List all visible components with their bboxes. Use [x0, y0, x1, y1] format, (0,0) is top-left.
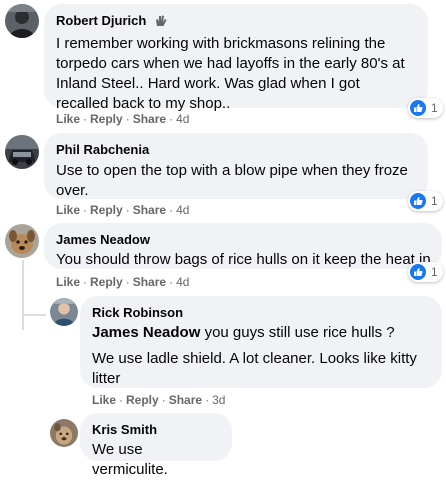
reaction-count: 1: [431, 194, 438, 208]
comment-actions: Like · Reply · Share · 4d: [56, 203, 190, 217]
reply-thread-line: [22, 314, 46, 316]
comment-bubble: James Neadow You should throw bags of ri…: [44, 223, 442, 269]
reply-link[interactable]: Reply: [90, 203, 123, 217]
pet-avatar-icon: [50, 419, 78, 447]
thumbs-up-icon: [410, 264, 426, 280]
comment-text: I remember working with brickmasons reli…: [56, 35, 405, 112]
reply-bubble: Rick Robinson James Neadow you guys stil…: [80, 296, 442, 388]
avatar[interactable]: [50, 298, 78, 326]
mention-link[interactable]: James Neadow: [92, 324, 200, 341]
person-avatar-icon: [5, 4, 39, 38]
reply-bubble: Kris Smith We use vermiculite.: [80, 413, 232, 478]
reply-text: James Neadow you guys still use rice hul…: [92, 323, 430, 343]
waving-hand-icon: [154, 14, 167, 32]
reaction-badge[interactable]: 1: [408, 98, 443, 118]
reply-link[interactable]: Reply: [90, 275, 123, 289]
reply-link[interactable]: Reply: [126, 393, 159, 407]
comment-actions: Like · Reply · Share · 4d: [56, 275, 190, 289]
like-link[interactable]: Like: [56, 275, 80, 289]
avatar[interactable]: [5, 4, 39, 38]
thumbs-up-icon: [410, 193, 426, 209]
reaction-count: 1: [431, 265, 438, 279]
thumbs-up-icon: [410, 100, 426, 116]
reply-author[interactable]: Rick Robinson: [92, 305, 183, 321]
reply-link[interactable]: Reply: [90, 112, 123, 126]
reaction-badge[interactable]: 1: [408, 191, 443, 211]
reply-actions: Like · Reply · Share · 3d: [92, 393, 226, 407]
reaction-count: 1: [431, 101, 438, 115]
comment-text: You should throw bags of rice hulls on i…: [56, 251, 431, 268]
reply-text-line: you guys still use rice hulls ?: [204, 324, 395, 341]
reply-author[interactable]: Kris Smith: [92, 422, 157, 438]
avatar[interactable]: [5, 135, 39, 169]
reply-text: We use ladle shield. A lot cleaner. Look…: [92, 350, 417, 387]
person-avatar-icon: [50, 298, 78, 326]
share-link[interactable]: Share: [133, 203, 166, 217]
share-link[interactable]: Share: [169, 393, 202, 407]
reaction-badge[interactable]: 1: [408, 262, 443, 282]
timestamp[interactable]: 3d: [212, 393, 225, 407]
like-link[interactable]: Like: [56, 112, 80, 126]
comment-author[interactable]: Robert Djurich: [56, 13, 146, 29]
like-link[interactable]: Like: [56, 203, 80, 217]
avatar[interactable]: [50, 419, 78, 447]
timestamp[interactable]: 4d: [176, 275, 189, 289]
reply-thread-line: [22, 260, 24, 330]
comment-actions: Like · Reply · Share · 4d: [56, 112, 190, 126]
comment-bubble: Robert Djurich I remember working with b…: [44, 4, 428, 112]
comment-author[interactable]: Phil Rabchenia: [56, 142, 149, 158]
timestamp[interactable]: 4d: [176, 203, 189, 217]
avatar[interactable]: [5, 224, 39, 258]
share-link[interactable]: Share: [133, 112, 166, 126]
dog-avatar-icon: [5, 224, 39, 258]
reply-text: We use vermiculite.: [92, 441, 168, 478]
like-link[interactable]: Like: [92, 393, 116, 407]
comment-author[interactable]: James Neadow: [56, 232, 150, 248]
car-avatar-icon: [5, 135, 39, 169]
timestamp[interactable]: 4d: [176, 112, 189, 126]
comment-text: Use to open the top with a blow pipe whe…: [56, 162, 408, 199]
share-link[interactable]: Share: [133, 275, 166, 289]
comment-bubble: Phil Rabchenia Use to open the top with …: [44, 133, 428, 199]
